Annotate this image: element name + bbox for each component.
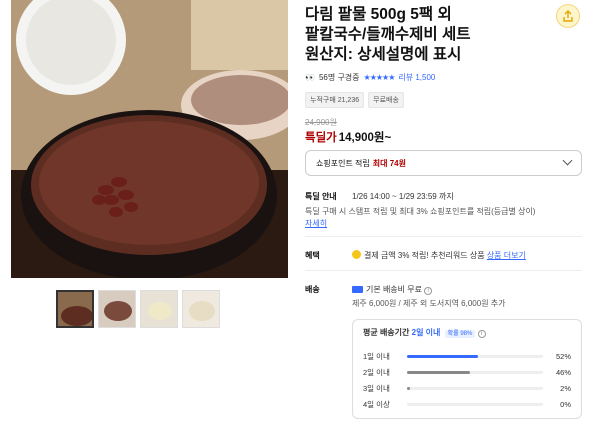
distribution-row: 2일 이내 46% xyxy=(363,364,571,380)
badge-chips: 누적구매 21,236 무료배송 xyxy=(305,92,404,108)
product-title-line1: 다림 팥물 500g 5팩 외 xyxy=(305,6,452,23)
deal-detail-link[interactable]: 자세히 xyxy=(305,218,327,229)
thumbnail-4-image xyxy=(183,291,219,327)
delivery-extra-fee: 제주 6,000원 / 제주 외 도서지역 6,000원 추가 xyxy=(352,299,506,308)
deal-description: 특딜 구매 시 스탬프 적립 및 최대 3% 쇼핑포인트를 적립(등급별 상이) xyxy=(305,207,536,216)
more-products-link[interactable]: 상품 더보기 xyxy=(487,251,526,260)
cumulative-purchase-badge: 누적구매 21,236 xyxy=(305,92,365,108)
delivery-label: 배송 xyxy=(305,285,320,294)
distribution-row-label: 2일 이내 xyxy=(363,367,390,377)
distribution-row: 4일 이상 0% xyxy=(363,396,571,412)
chevron-down-icon xyxy=(562,155,573,166)
distribution-row-percent: 52% xyxy=(555,351,571,361)
eyes-icon: 👀 xyxy=(305,73,315,82)
sale-label: 특딜가 xyxy=(305,132,337,144)
free-shipping-badge: 무료배송 xyxy=(368,92,404,108)
delivery-fee: 기본 배송비 무료 i xyxy=(352,284,433,295)
deal-label: 특딜 안내 xyxy=(305,192,337,201)
benefit-label: 혜택 xyxy=(305,251,320,260)
point-label: 쇼핑포인트 적립 xyxy=(316,158,370,168)
benefit-description: 결제 금액 3% 적립! 추천리워드 상품 xyxy=(364,251,485,260)
distribution-bar xyxy=(407,370,543,374)
coin-icon xyxy=(352,250,361,259)
product-photo xyxy=(11,0,288,278)
shopping-point-dropdown[interactable]: 쇼핑포인트 적립 최대 74원 xyxy=(305,150,582,176)
distribution-title-value: 2일 이내 xyxy=(411,328,441,337)
divider xyxy=(305,270,582,271)
sale-price-row: 특딜가 14,900원~ xyxy=(305,129,391,145)
benefit-text: 결제 금액 3% 적립! 추천리워드 상품 상품 더보기 xyxy=(352,250,526,261)
deal-period: 1/26 14:00 ~ 1/29 23:59 까지 xyxy=(352,192,454,201)
distribution-row-label: 4일 이상 xyxy=(363,399,390,409)
distribution-title-prefix: 평균 배송기간 xyxy=(363,328,410,337)
product-main-image[interactable] xyxy=(11,0,288,278)
truck-icon xyxy=(352,286,363,293)
thumbnail-strip xyxy=(56,290,220,328)
product-gallery xyxy=(11,0,288,278)
original-price: 24,900원 xyxy=(305,118,337,127)
rating-row: 👀 56명 구경중 ★★★★★ 리뷰 1,500 xyxy=(305,72,435,83)
thumbnail-3[interactable] xyxy=(140,290,178,328)
thumbnail-2[interactable] xyxy=(98,290,136,328)
probability-badge: 확률 98% xyxy=(444,330,476,338)
distribution-row: 3일 이내 2% xyxy=(363,380,571,396)
distribution-bar-fill xyxy=(407,370,470,374)
distribution-bar xyxy=(407,402,543,406)
share-button[interactable] xyxy=(556,4,580,28)
star-rating: ★★★★★ xyxy=(363,73,396,82)
info-icon[interactable]: i xyxy=(477,330,486,338)
distribution-row-label: 1일 이내 xyxy=(363,351,390,361)
product-title-line3: 원산지: 상세설명에 표시 xyxy=(305,46,462,63)
review-link[interactable]: 리뷰 1,500 xyxy=(398,72,435,83)
product-info: 다림 팥물 500g 5팩 외 팥칼국수/들깨수제비 세트 원산지: 상세설명에… xyxy=(305,0,590,65)
thumbnail-3-image xyxy=(141,291,177,327)
sale-price: 14,900원~ xyxy=(338,132,392,144)
thumbnail-1[interactable] xyxy=(56,290,94,328)
delivery-fee-text: 기본 배송비 무료 xyxy=(366,285,422,294)
distribution-title: 평균 배송기간 2일 이내 확률 98% i xyxy=(363,327,571,338)
distribution-row-percent: 2% xyxy=(560,383,571,393)
thumbnail-1-image xyxy=(58,292,92,326)
info-icon[interactable]: i xyxy=(424,287,433,295)
distribution-rows: 1일 이내 52% 2일 이내 46% 3일 이내 2% 4일 이상 0% xyxy=(363,348,571,412)
distribution-row-percent: 0% xyxy=(560,399,571,409)
distribution-bar-fill xyxy=(407,386,410,390)
viewer-count: 56명 구경중 xyxy=(318,73,360,82)
distribution-row-label: 3일 이내 xyxy=(363,383,390,393)
distribution-bar-fill xyxy=(407,354,478,358)
thumbnail-4[interactable] xyxy=(182,290,220,328)
distribution-bar xyxy=(407,386,543,390)
product-title-line2: 팥칼국수/들깨수제비 세트 xyxy=(305,26,471,43)
divider xyxy=(305,236,582,237)
point-max: 최대 74원 xyxy=(372,158,406,168)
product-title: 다림 팥물 500g 5팩 외 팥칼국수/들깨수제비 세트 원산지: 상세설명에… xyxy=(305,5,590,65)
distribution-bar xyxy=(407,354,543,358)
thumbnail-2-image xyxy=(99,291,135,327)
distribution-row: 1일 이내 52% xyxy=(363,348,571,364)
delivery-distribution: 평균 배송기간 2일 이내 확률 98% i 1일 이내 52% 2일 이내 46% 3… xyxy=(352,319,582,419)
distribution-row-percent: 46% xyxy=(555,367,571,377)
share-icon xyxy=(563,10,573,22)
